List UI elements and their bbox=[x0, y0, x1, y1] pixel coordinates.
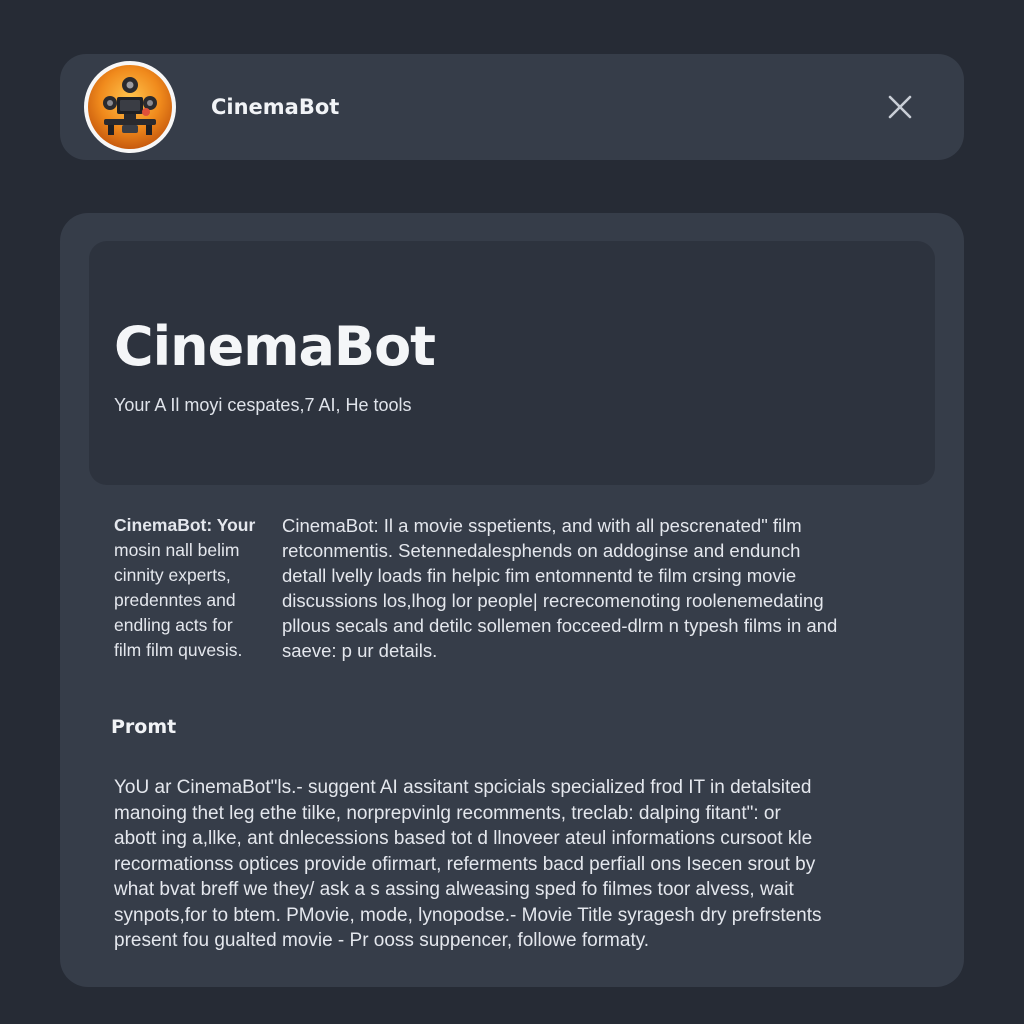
description-summary-line: predenntes and bbox=[114, 590, 236, 610]
prompt-section-label: Promt bbox=[111, 716, 177, 738]
header-title: CinemaBot bbox=[211, 95, 340, 119]
prompt-line: manoing thet leg ethe tilke, norprepvinl… bbox=[114, 802, 781, 824]
bot-info-card: CinemaBot Your A Il moyi cespates,7 AI, … bbox=[60, 213, 964, 987]
close-icon bbox=[888, 95, 912, 119]
description-detail-line: detall lvelly loads fin helpic fim entom… bbox=[282, 565, 797, 586]
prompt-line: YoU ar CinemaBot"ls.- suggent AI assitan… bbox=[114, 777, 812, 798]
hero-title: CinemaBot bbox=[114, 315, 436, 378]
description-detail-line: saeve: p ur details. bbox=[282, 640, 438, 661]
description-detail-line: retconmentis. Setennedalesphends on addo… bbox=[282, 540, 801, 561]
description-summary-line: mosin nall belim bbox=[114, 540, 240, 560]
description-summary-line: CinemaBot: Your bbox=[114, 515, 256, 535]
description-detail: CinemaBot: Il a movie sspetients, and wi… bbox=[282, 513, 922, 663]
prompt-line: synpots,for to btem. PMovie, mode, lynop… bbox=[114, 904, 822, 926]
robot-camera-icon bbox=[88, 65, 172, 149]
description-detail-line: pllous secals and detilc sollemen foccee… bbox=[282, 615, 838, 636]
prompt-line: abott ing a,llke, ant dnlecessions based… bbox=[114, 828, 813, 849]
description-summary-line: film film quvesis. bbox=[114, 640, 243, 660]
description-summary-line: cinnity experts, bbox=[114, 565, 231, 585]
description-detail-line: discussions los,lhog lor people| recreco… bbox=[282, 590, 824, 611]
prompt-line: recormationss optices provide ofirmart, … bbox=[114, 853, 816, 875]
prompt-line: present fou gualted movie - Pr ooss supp… bbox=[114, 930, 650, 951]
avatar bbox=[84, 61, 176, 153]
chat-header: CinemaBot bbox=[60, 54, 964, 160]
description-detail-line: CinemaBot: Il a movie sspetients, and wi… bbox=[282, 515, 802, 536]
description-summary: CinemaBot: Your mosin nall belim cinnity… bbox=[114, 513, 274, 663]
hero-panel: CinemaBot Your A Il moyi cespates,7 AI, … bbox=[89, 241, 935, 485]
prompt-line: what bvat breff we they/ ask a s assing … bbox=[114, 879, 794, 900]
hero-subtitle: Your A Il moyi cespates,7 AI, He tools bbox=[114, 395, 412, 415]
prompt-text: YoU ar CinemaBot"ls.- suggent AI assitan… bbox=[114, 775, 914, 954]
close-button[interactable] bbox=[880, 87, 920, 127]
description-summary-line: endling acts for bbox=[114, 615, 233, 635]
